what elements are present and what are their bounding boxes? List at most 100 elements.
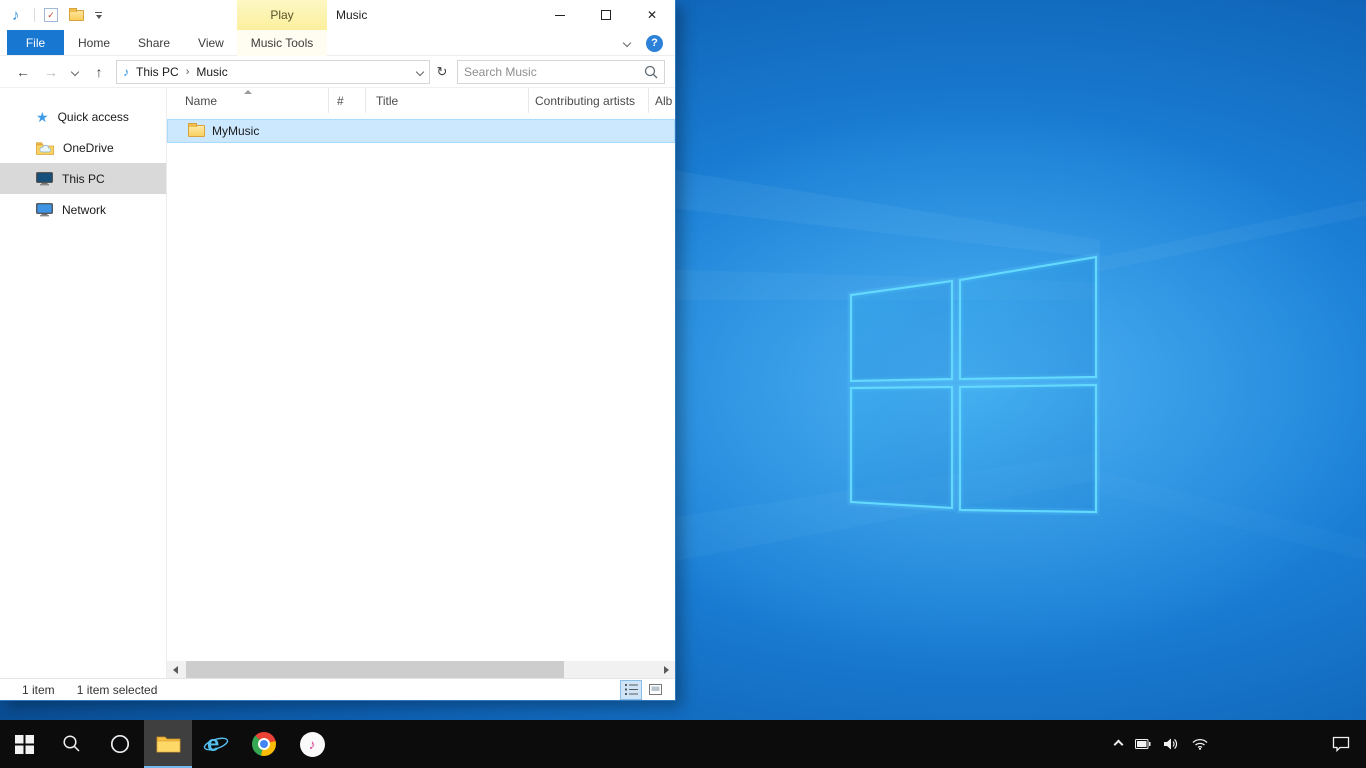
column-header-name[interactable]: Name bbox=[167, 88, 329, 113]
back-button[interactable]: ← bbox=[12, 60, 34, 84]
details-view-button[interactable] bbox=[621, 681, 641, 699]
address-bar-row: ← → ↑ ♪ This PC › Music ↻ bbox=[0, 56, 675, 88]
music-note-glyph: ♪ bbox=[309, 736, 316, 752]
chevron-down-icon bbox=[71, 67, 79, 75]
scroll-right-button[interactable] bbox=[658, 661, 675, 678]
close-icon: ✕ bbox=[647, 8, 657, 22]
column-header-number[interactable]: # bbox=[329, 88, 366, 113]
battery-icon[interactable] bbox=[1135, 739, 1151, 749]
column-header-title[interactable]: Title bbox=[366, 88, 529, 113]
sort-ascending-icon bbox=[244, 90, 252, 94]
status-bar: 1 item 1 item selected bbox=[0, 678, 675, 700]
sidebar-item-label: This PC bbox=[62, 172, 105, 186]
scrollbar-track[interactable] bbox=[184, 661, 658, 678]
scrollbar-thumb[interactable] bbox=[186, 661, 564, 678]
new-folder-button[interactable] bbox=[69, 10, 84, 21]
refresh-button[interactable]: ↻ bbox=[432, 60, 452, 84]
star-icon: ★ bbox=[36, 110, 49, 124]
scroll-left-button[interactable] bbox=[167, 661, 184, 678]
minimize-icon bbox=[555, 15, 565, 16]
tab-share[interactable]: Share bbox=[124, 30, 184, 55]
windows-logo-icon bbox=[15, 735, 34, 754]
help-button[interactable]: ? bbox=[646, 35, 663, 52]
recent-locations-button[interactable] bbox=[68, 60, 82, 84]
ribbon-tab-bar: File Home Share View Music Tools ? bbox=[0, 30, 675, 56]
maximize-icon bbox=[601, 10, 611, 20]
view-toggle-group bbox=[621, 681, 665, 699]
tab-view[interactable]: View bbox=[184, 30, 238, 55]
triangle-left-icon bbox=[173, 666, 178, 674]
large-icons-view-icon bbox=[649, 684, 662, 695]
large-icons-view-button[interactable] bbox=[645, 681, 665, 699]
breadcrumb-this-pc[interactable]: This PC bbox=[134, 65, 181, 79]
start-button[interactable] bbox=[0, 720, 48, 768]
sidebar-item-quick-access[interactable]: ★ Quick access bbox=[0, 101, 166, 132]
titlebar: ♪ ✓ Play Music ✕ bbox=[0, 0, 675, 30]
details-view-icon bbox=[625, 684, 638, 695]
check-icon: ✓ bbox=[47, 11, 55, 20]
file-explorer-taskbar-button[interactable] bbox=[144, 720, 192, 768]
horizontal-scrollbar[interactable] bbox=[167, 661, 675, 678]
up-button[interactable]: ↑ bbox=[88, 60, 110, 84]
itunes-button[interactable]: ♪ bbox=[288, 720, 336, 768]
sidebar-item-this-pc[interactable]: This PC bbox=[0, 163, 166, 194]
search-input[interactable] bbox=[464, 65, 644, 79]
window-title: Music bbox=[336, 0, 367, 30]
sidebar-item-network[interactable]: Network bbox=[0, 194, 166, 225]
folder-icon bbox=[188, 125, 205, 137]
network-icon bbox=[36, 203, 53, 217]
cortana-button[interactable] bbox=[96, 720, 144, 768]
column-label: # bbox=[337, 94, 344, 108]
sidebar-item-onedrive[interactable]: OneDrive bbox=[0, 132, 166, 163]
search-icon bbox=[62, 734, 82, 754]
music-note-app-icon[interactable]: ♪ bbox=[12, 0, 20, 30]
bar-icon bbox=[95, 12, 102, 13]
file-list: MyMusic bbox=[167, 113, 675, 661]
titlebar-divider bbox=[34, 8, 35, 22]
ribbon-controls: ? bbox=[624, 30, 663, 56]
sidebar-item-label: OneDrive bbox=[63, 141, 114, 155]
tab-file[interactable]: File bbox=[7, 30, 64, 55]
wifi-icon[interactable] bbox=[1192, 738, 1208, 750]
quick-access-toolbar: ✓ bbox=[44, 0, 102, 30]
internet-explorer-button[interactable]: e bbox=[192, 720, 240, 768]
sidebar-item-label: Quick access bbox=[58, 110, 129, 124]
breadcrumb-separator-icon: › bbox=[186, 66, 190, 78]
properties-button[interactable]: ✓ bbox=[44, 8, 58, 22]
taskbar-search-button[interactable] bbox=[48, 720, 96, 768]
taskbar: e ♪ bbox=[0, 720, 1366, 768]
expand-ribbon-chevron-icon[interactable] bbox=[623, 39, 631, 47]
show-hidden-icons-button[interactable] bbox=[1114, 739, 1124, 749]
tab-music-tools[interactable]: Music Tools bbox=[237, 30, 327, 56]
search-box bbox=[457, 60, 665, 84]
contextual-tab-group-play[interactable]: Play bbox=[237, 0, 327, 30]
breadcrumb-music[interactable]: Music bbox=[194, 65, 229, 79]
chrome-icon bbox=[252, 732, 276, 756]
computer-icon bbox=[36, 172, 53, 186]
column-label: Title bbox=[376, 94, 398, 108]
column-label: Name bbox=[185, 94, 217, 108]
close-button[interactable]: ✕ bbox=[629, 0, 675, 30]
onedrive-icon bbox=[36, 141, 54, 155]
address-dropdown-icon[interactable] bbox=[416, 67, 424, 75]
triangle-right-icon bbox=[664, 666, 669, 674]
address-bar[interactable]: ♪ This PC › Music bbox=[116, 60, 430, 84]
maximize-button[interactable] bbox=[583, 0, 629, 30]
file-row-mymusic[interactable]: MyMusic bbox=[167, 119, 675, 143]
navigation-pane: ★ Quick access OneDrive This PC bbox=[0, 88, 166, 678]
forward-button[interactable]: → bbox=[40, 60, 62, 84]
column-label: Alb bbox=[655, 94, 672, 108]
chrome-button[interactable] bbox=[240, 720, 288, 768]
dropdown-arrow-icon bbox=[96, 15, 102, 19]
action-center-button[interactable] bbox=[1332, 720, 1350, 768]
column-header-album[interactable]: Alb bbox=[649, 88, 675, 113]
file-explorer-window: ♪ ✓ Play Music ✕ File Home Share View Mu… bbox=[0, 0, 676, 701]
tab-home[interactable]: Home bbox=[64, 30, 124, 55]
minimize-button[interactable] bbox=[537, 0, 583, 30]
customize-quick-access-toolbar-button[interactable] bbox=[95, 12, 102, 19]
volume-icon[interactable] bbox=[1164, 738, 1179, 750]
column-header-contributing-artists[interactable]: Contributing artists bbox=[529, 88, 649, 113]
column-label: Contributing artists bbox=[535, 94, 635, 108]
itunes-icon: ♪ bbox=[300, 732, 325, 757]
internet-explorer-icon: e bbox=[203, 732, 229, 756]
